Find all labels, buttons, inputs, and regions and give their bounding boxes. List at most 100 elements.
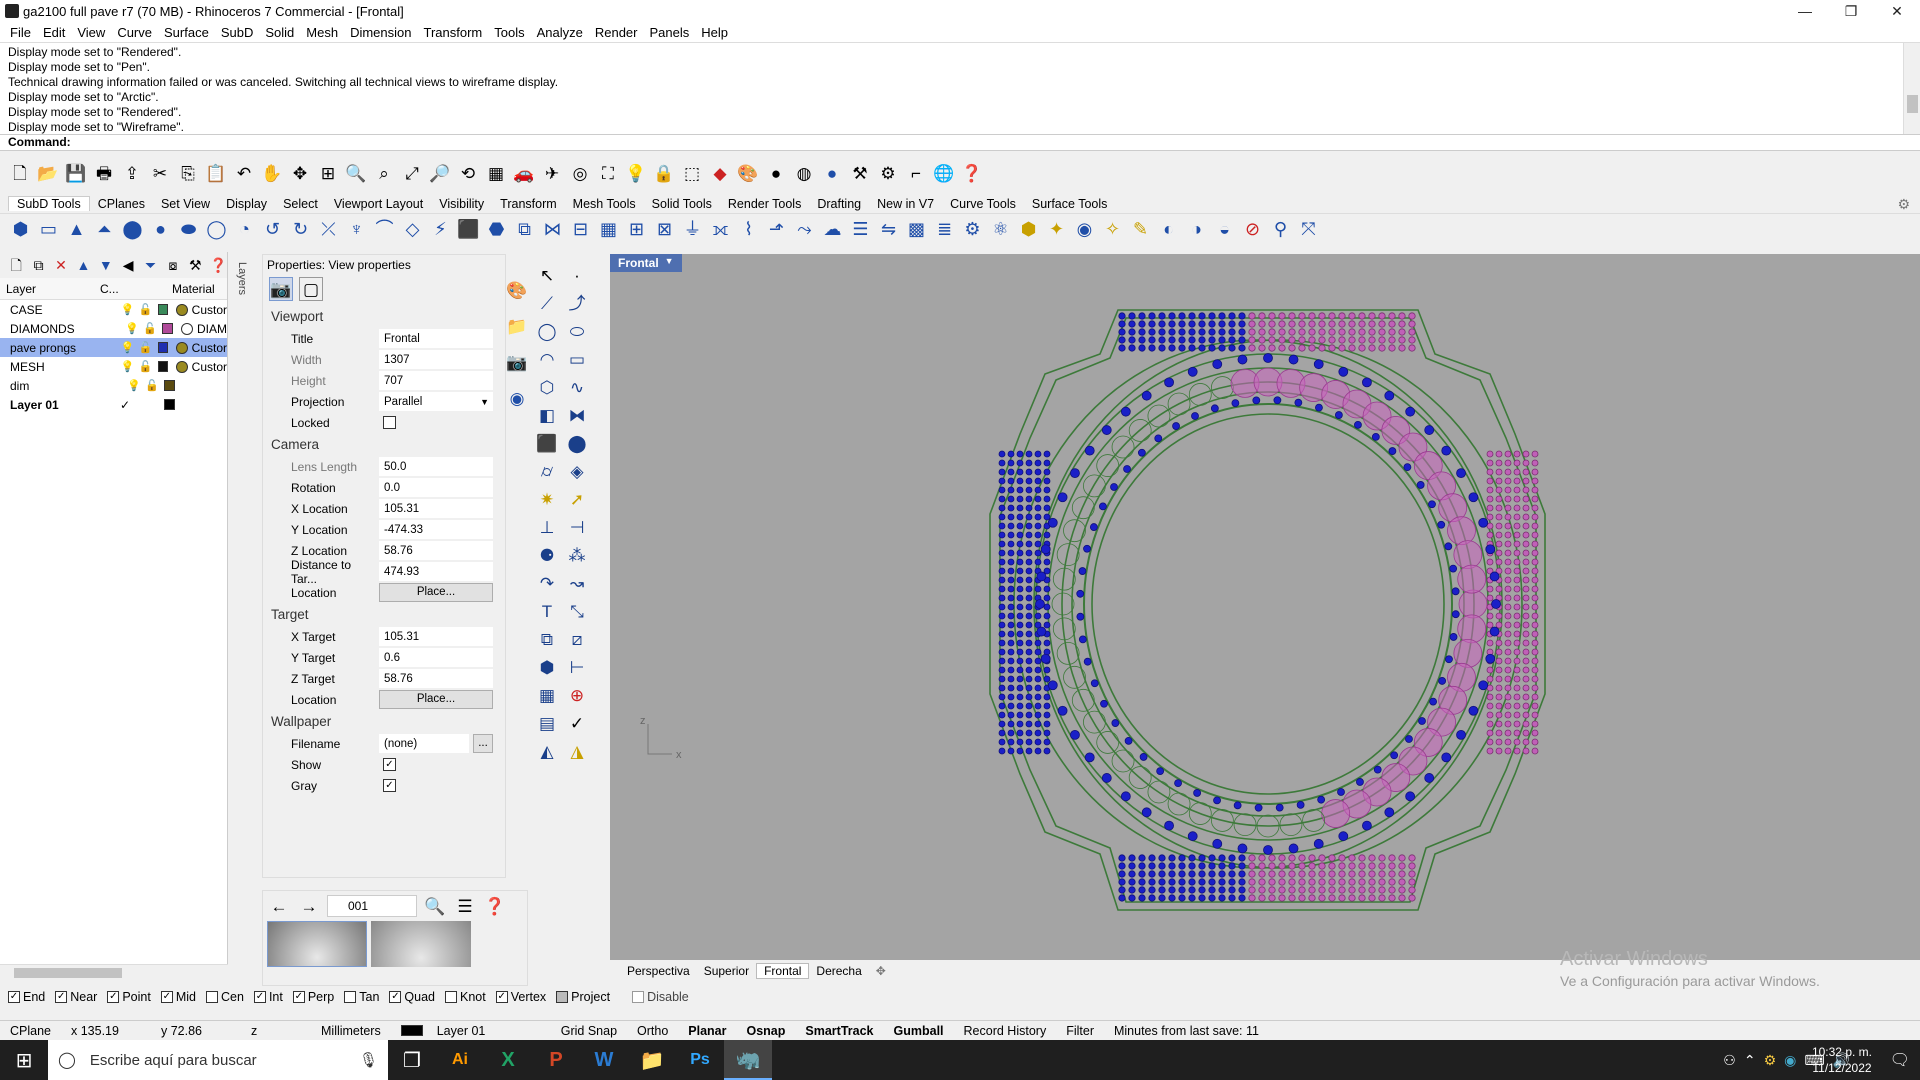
sphere-solid-icon[interactable]: ⬤ xyxy=(564,430,590,456)
boolean-icon[interactable]: ✷ xyxy=(534,486,560,512)
gray-checkbox[interactable]: ✓ xyxy=(383,779,396,792)
fillet-icon[interactable]: ↷ xyxy=(534,570,560,596)
subd-mesh-grid-icon[interactable]: ▦ xyxy=(596,217,621,242)
menu-view[interactable]: View xyxy=(71,25,111,40)
blue-sphere-icon[interactable]: ● xyxy=(820,161,844,185)
move-icon[interactable]: ⊣ xyxy=(564,514,590,540)
layer-icon[interactable]: ⬚ xyxy=(680,161,704,185)
subd-crease-gold-icon[interactable]: ✦ xyxy=(1044,217,1069,242)
scroll-thumb[interactable] xyxy=(1907,95,1918,113)
file-explorer-icon[interactable]: 📁 xyxy=(628,1040,676,1080)
subd-cylinder-icon[interactable]: ⬤ xyxy=(120,217,145,242)
subd-sphere3-icon[interactable]: ◑ xyxy=(1184,217,1209,242)
material-swatch[interactable] xyxy=(176,303,188,316)
record-history-toggle[interactable]: Record History xyxy=(954,1024,1057,1038)
rotation-field[interactable]: 0.0 xyxy=(379,478,493,497)
close-icon[interactable]: ✕ xyxy=(1874,0,1920,22)
tab-display[interactable]: Display xyxy=(218,197,275,211)
tab-new-in-v7[interactable]: New in V7 xyxy=(869,197,942,211)
add-viewport-icon[interactable]: ✥ xyxy=(869,964,893,978)
menu-transform[interactable]: Transform xyxy=(417,25,488,40)
cplane-icon[interactable]: ✈ xyxy=(540,161,564,185)
cplane-label[interactable]: CPlane xyxy=(0,1024,61,1038)
osnap-vertex[interactable]: ✓ Vertex xyxy=(495,990,546,1004)
menu-curve[interactable]: Curve xyxy=(111,25,158,40)
osnap-checkbox[interactable]: ✓ xyxy=(292,991,305,1003)
print-icon[interactable]: 🖶 xyxy=(92,161,116,185)
osnap-point[interactable]: ✓ Point xyxy=(107,990,151,1004)
curve-icon[interactable]: ⤴ xyxy=(564,290,590,316)
people-icon[interactable]: ⚇ xyxy=(1723,1052,1736,1069)
point-icon[interactable]: ◎ xyxy=(568,161,592,185)
subd-flip-icon[interactable]: ⇋ xyxy=(876,217,901,242)
tab-drafting[interactable]: Drafting xyxy=(809,197,869,211)
layer-color-swatch[interactable] xyxy=(164,399,175,410)
scroll-thumb[interactable] xyxy=(14,968,122,978)
folder-icon[interactable]: 📁 xyxy=(505,314,529,338)
osnap-cen[interactable]: Cen xyxy=(206,990,244,1004)
surface-icon[interactable]: ◧ xyxy=(534,402,560,428)
col-layer[interactable]: Layer xyxy=(0,282,100,296)
save-icon[interactable]: 💾 xyxy=(64,161,88,185)
subd-patch-icon[interactable]: ⌒ xyxy=(372,217,397,242)
subd-list-icon[interactable]: ≣ xyxy=(932,217,957,242)
forward-arrow-icon[interactable]: → xyxy=(297,894,321,918)
toolbar-settings-gear-icon[interactable]: ⚙ xyxy=(1897,196,1910,213)
move-parent-icon[interactable]: ◀ xyxy=(120,256,136,274)
viewport-title-tab[interactable]: Frontal ▼ xyxy=(610,254,682,272)
menu-help[interactable]: Help xyxy=(695,25,734,40)
layer-row-pave-prongs[interactable]: pave prongs 💡 🔓 Custor xyxy=(0,338,227,357)
excel-icon[interactable]: X xyxy=(484,1040,532,1080)
tab-visibility[interactable]: Visibility xyxy=(431,197,492,211)
col-material[interactable]: Material xyxy=(172,282,215,296)
subd-refine-icon[interactable]: ⬏ xyxy=(764,217,789,242)
menu-render[interactable]: Render xyxy=(589,25,644,40)
subd-slide-icon[interactable]: ⤳ xyxy=(792,217,817,242)
osnap-end[interactable]: ✓ End xyxy=(8,990,45,1004)
layer-color-swatch[interactable] xyxy=(157,304,169,315)
light-bulb-icon[interactable]: 💡 xyxy=(127,380,141,392)
layer-color-swatch[interactable] xyxy=(157,361,169,372)
grid-snap-toggle[interactable]: Grid Snap xyxy=(551,1024,627,1038)
layers-hscrollbar[interactable] xyxy=(0,964,228,980)
four-view-icon[interactable]: ▦ xyxy=(484,161,508,185)
tab-cplanes[interactable]: CPlanes xyxy=(90,197,153,211)
tab-viewport-layout[interactable]: Viewport Layout xyxy=(326,197,431,211)
osnap-checkbox[interactable]: ✓ xyxy=(389,991,402,1003)
layer-row-mesh[interactable]: MESH 💡 🔓 Custor xyxy=(0,357,227,376)
subd-torus-icon[interactable]: ◯ xyxy=(204,217,229,242)
subd-cone-icon[interactable]: ▲ xyxy=(64,217,89,242)
lock-icon[interactable]: 🔓 xyxy=(143,323,157,335)
distance-to-target-field[interactable]: 474.93 xyxy=(379,562,493,581)
sphere-icon[interactable]: ◉ xyxy=(505,386,529,410)
y-location-field[interactable]: -474.33 xyxy=(379,520,493,539)
subd-loft-icon[interactable]: ↺ xyxy=(260,217,285,242)
new-sublayer-icon[interactable]: ⧉ xyxy=(30,256,46,274)
smarttrack-toggle[interactable]: SmartTrack xyxy=(795,1024,883,1038)
menu-tools[interactable]: Tools xyxy=(488,25,530,40)
delete-layer-icon[interactable]: ✕ xyxy=(53,256,69,274)
tab-mesh-tools[interactable]: Mesh Tools xyxy=(565,197,644,211)
paste-icon[interactable]: 📋 xyxy=(204,161,228,185)
osnap-near[interactable]: ✓ Near xyxy=(55,990,97,1004)
subd-insert-edge-icon[interactable]: ⊟ xyxy=(568,217,593,242)
move-down-icon[interactable]: ▼ xyxy=(98,256,114,274)
loft-icon[interactable]: ⧓ xyxy=(564,402,590,428)
light-bulb-icon[interactable]: 💡 xyxy=(121,342,135,354)
search-icon[interactable]: 🔍 xyxy=(423,894,447,918)
osnap-checkbox[interactable]: ✓ xyxy=(253,991,266,1003)
units-label[interactable]: Millimeters xyxy=(311,1024,391,1038)
box-icon[interactable]: ⬛ xyxy=(534,430,560,456)
material-thumbnail[interactable] xyxy=(267,921,367,967)
help-icon[interactable]: ❓ xyxy=(483,894,507,918)
photoshop-icon[interactable]: Ps xyxy=(676,1040,724,1080)
notification-icon[interactable]: 🗨 xyxy=(1890,1050,1910,1070)
subd-sweep-icon[interactable]: ↻ xyxy=(288,217,313,242)
command-prompt[interactable]: Command: xyxy=(0,134,1920,151)
subd-sphere2-icon[interactable]: ◐ xyxy=(1156,217,1181,242)
light-bulb-icon[interactable]: 💡 xyxy=(121,361,135,373)
analyze-icon[interactable]: ◭ xyxy=(534,738,560,764)
osnap-quad[interactable]: ✓ Quad xyxy=(389,990,435,1004)
layer-row-case[interactable]: CASE 💡 🔓 Custor xyxy=(0,300,227,319)
material-icon[interactable]: ◆ xyxy=(708,161,732,185)
